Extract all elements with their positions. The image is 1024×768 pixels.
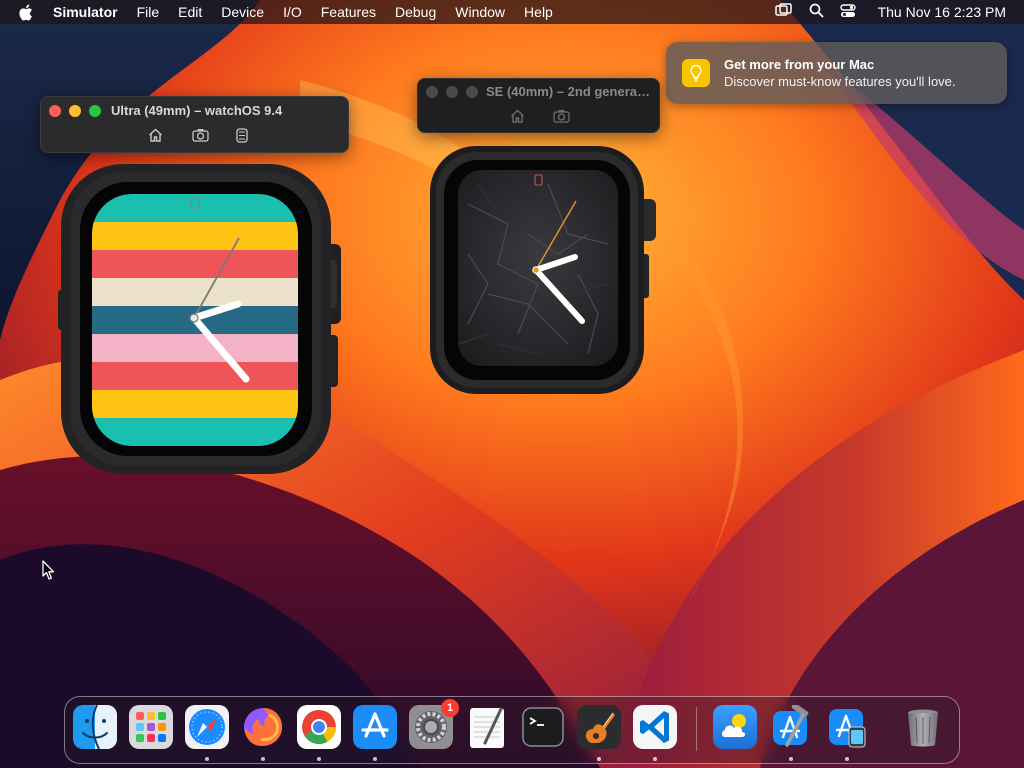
running-indicator <box>597 757 601 761</box>
terminal-icon[interactable] <box>521 705 565 749</box>
simulator-window-ultra[interactable]: Ultra (49mm) – watchOS 9.4 <box>40 96 349 153</box>
running-indicator <box>789 757 793 761</box>
weather-icon[interactable] <box>713 705 757 749</box>
notification-banner[interactable]: Get more from your Mac Discover must-kno… <box>666 42 1007 104</box>
rotate-icon[interactable] <box>232 126 252 144</box>
close-button[interactable] <box>426 86 438 98</box>
menu-app-simulator[interactable]: Simulator <box>53 4 118 20</box>
launchpad-icon[interactable] <box>129 705 173 749</box>
zoom-button[interactable] <box>89 105 101 117</box>
minimize-button[interactable] <box>446 86 458 98</box>
apple-icon[interactable] <box>18 4 36 21</box>
simulator-window-se[interactable]: SE (40mm) – 2nd generation – watchOS 9.4 <box>417 78 660 133</box>
control-center-icon[interactable] <box>839 3 856 21</box>
screenshot-icon[interactable] <box>551 107 571 125</box>
home-icon[interactable] <box>507 107 527 125</box>
window-title: SE (40mm) – 2nd generation – watchOS 9.4 <box>486 84 650 99</box>
finder-icon[interactable] <box>73 704 117 750</box>
watch-ultra-device[interactable] <box>56 160 346 480</box>
home-icon[interactable] <box>145 126 165 144</box>
search-icon[interactable] <box>809 3 824 21</box>
textedit-icon[interactable] <box>465 705 509 749</box>
running-indicator <box>205 757 209 761</box>
zoom-button[interactable] <box>466 86 478 98</box>
menu-debug[interactable]: Debug <box>395 4 436 20</box>
menu-edit[interactable]: Edit <box>178 4 202 20</box>
vscode-icon[interactable] <box>633 705 677 749</box>
running-indicator <box>261 757 265 761</box>
minimize-button[interactable] <box>69 105 81 117</box>
simulator-icon[interactable] <box>825 705 869 749</box>
menu-features[interactable]: Features <box>321 4 376 20</box>
menu-file[interactable]: File <box>137 4 160 20</box>
running-indicator <box>317 757 321 761</box>
menu-device[interactable]: Device <box>221 4 264 20</box>
dock-separator <box>696 707 697 751</box>
notification-badge: 1 <box>441 699 459 717</box>
notification-body: Discover must-know features you'll love. <box>724 74 956 89</box>
system-settings-icon[interactable]: 1 <box>409 699 459 749</box>
xcode-icon[interactable] <box>769 703 813 749</box>
mouse-cursor-icon <box>42 560 55 580</box>
menu-bar: Simulator File Edit Device I/O Features … <box>0 0 1024 24</box>
screenshot-icon[interactable] <box>190 126 210 144</box>
lightbulb-icon <box>682 59 710 87</box>
window-title: Ultra (49mm) – watchOS 9.4 <box>111 103 283 118</box>
notification-title: Get more from your Mac <box>724 57 875 72</box>
chrome-icon[interactable] <box>297 705 341 749</box>
garageband-icon[interactable] <box>577 705 621 749</box>
app-store-icon[interactable] <box>353 705 397 749</box>
running-indicator <box>373 757 377 761</box>
menu-window[interactable]: Window <box>455 4 505 20</box>
watch-se-device[interactable] <box>428 144 660 400</box>
safari-icon[interactable] <box>185 705 229 749</box>
firefox-icon[interactable] <box>241 705 285 749</box>
menu-clock[interactable]: Thu Nov 16 2:23 PM <box>878 4 1006 20</box>
running-indicator <box>845 757 849 761</box>
menu-help[interactable]: Help <box>524 4 553 20</box>
menu-io[interactable]: I/O <box>283 4 302 20</box>
close-button[interactable] <box>49 105 61 117</box>
running-indicator <box>653 757 657 761</box>
dock: 1 <box>64 696 960 764</box>
screen-mirroring-icon[interactable] <box>774 3 793 21</box>
trash-icon[interactable] <box>901 705 945 749</box>
